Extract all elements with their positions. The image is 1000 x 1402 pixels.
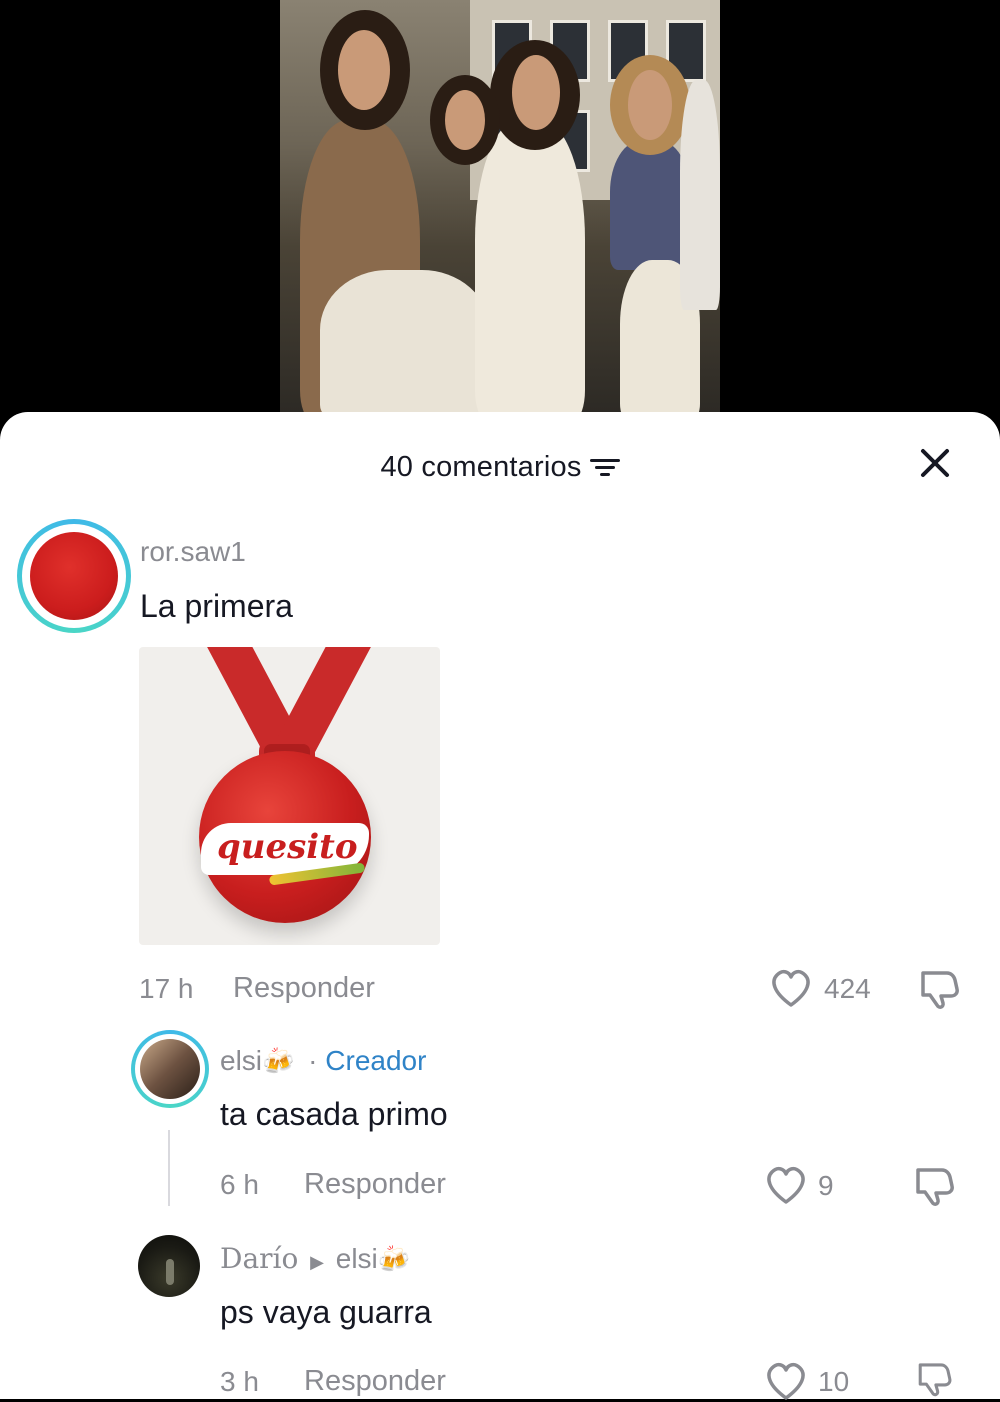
comment-count: 40 comentarios — [380, 450, 582, 483]
beer-emoji: 🍻 — [377, 1244, 411, 1274]
heart-icon[interactable] — [769, 967, 813, 1009]
comment-time: 17 h — [139, 973, 194, 1004]
sticker-image[interactable]: quesito — [139, 647, 440, 945]
video-person-face — [628, 70, 672, 140]
comment-username[interactable]: Darío ▶ elsi🍻 — [220, 1242, 410, 1275]
comment-time: 3 h — [220, 1366, 259, 1397]
comment-text: La primera — [140, 588, 293, 624]
comment-username[interactable]: ror.saw1 — [140, 536, 246, 568]
thread-line — [168, 1130, 170, 1206]
video-person — [320, 270, 490, 412]
separator-dot: · — [308, 1045, 318, 1076]
video-person-face — [512, 55, 560, 130]
avatar[interactable] — [17, 519, 131, 633]
dislike-icon[interactable] — [912, 1358, 958, 1398]
like-count: 10 — [818, 1366, 850, 1397]
avatar[interactable] — [138, 1235, 200, 1297]
comment-text: ps vaya guarra — [220, 1294, 432, 1330]
reply-button[interactable]: Responder — [304, 1168, 446, 1201]
like-count: 9 — [818, 1170, 834, 1201]
reply-button[interactable]: Responder — [304, 1365, 446, 1398]
medal-brand-text: quesito — [217, 827, 358, 867]
heart-icon[interactable] — [764, 1164, 808, 1206]
comment-time: 6 h — [220, 1169, 259, 1200]
beer-emoji: 🍻 — [262, 1046, 295, 1076]
video-frame[interactable] — [280, 0, 720, 412]
video-person — [680, 80, 720, 310]
arrow-right-icon: ▶ — [310, 1252, 324, 1272]
video-person-face — [338, 30, 390, 110]
video-person — [475, 120, 585, 412]
dislike-icon[interactable] — [917, 965, 963, 1011]
close-icon[interactable] — [918, 446, 952, 480]
comment-username-text: elsi — [220, 1045, 263, 1076]
like-count: 424 — [824, 973, 871, 1004]
dislike-icon[interactable] — [912, 1162, 958, 1208]
comments-sheet: 40 comentarios ror.saw1 La primera quesi… — [0, 412, 1000, 1402]
creator-badge: Creador — [325, 1045, 427, 1076]
sheet-header: 40 comentarios — [0, 442, 1000, 492]
heart-icon[interactable] — [764, 1360, 808, 1402]
video-area[interactable] — [0, 0, 1000, 430]
reply-to-username[interactable]: elsi — [336, 1243, 378, 1274]
avatar[interactable] — [131, 1030, 209, 1108]
comment-username[interactable]: elsi🍻 · Creador — [220, 1045, 426, 1077]
comment-username-text: Darío — [220, 1242, 299, 1275]
sort-icon[interactable] — [589, 456, 620, 478]
video-person-face — [445, 90, 485, 150]
video-person — [610, 140, 690, 270]
reply-button[interactable]: Responder — [233, 972, 375, 1005]
comment-text: ta casada primo — [220, 1096, 448, 1132]
